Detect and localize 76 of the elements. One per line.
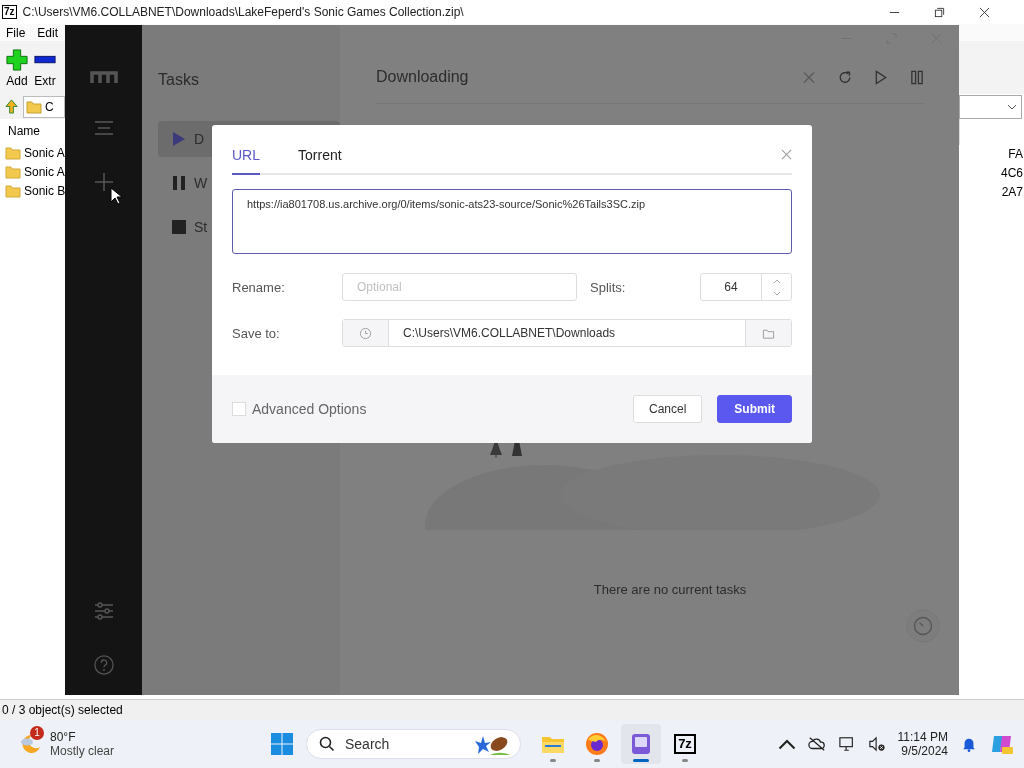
volume-muted-icon[interactable]: [867, 736, 886, 752]
url-field[interactable]: https://ia801708.us.archive.org/0/items/sonic-ats23-source/Sonic%26Tails3SC.zip: [232, 189, 792, 254]
plus-icon: [6, 49, 28, 71]
temperature-text: 80°F: [50, 730, 77, 744]
file-row[interactable]: Sonic B: [0, 181, 65, 200]
section-title: Downloading: [376, 68, 469, 86]
notification-badge: 1: [30, 726, 44, 740]
chevron-down-icon: [1007, 104, 1017, 110]
menu-item[interactable]: File: [6, 25, 26, 40]
weather-text: Mostly clear: [50, 744, 114, 758]
play-icon[interactable]: [874, 69, 888, 85]
add-button[interactable]: Add: [6, 49, 28, 94]
splits-stepper[interactable]: 64: [700, 273, 792, 301]
address-text: C: [45, 99, 54, 114]
start-icon[interactable]: [270, 732, 294, 756]
folder-icon: [5, 145, 21, 160]
close-icon[interactable]: [979, 6, 990, 18]
table-cell-text: 2A7: [1000, 184, 1024, 201]
folder-icon: [5, 164, 21, 179]
file-name: Sonic B: [24, 183, 65, 198]
pause-icon: [172, 175, 186, 191]
history-button[interactable]: [343, 320, 389, 346]
clock-icon: [359, 326, 372, 340]
file-row[interactable]: Sonic A: [0, 143, 65, 162]
cursor-icon: [110, 187, 122, 205]
restore-icon[interactable]: [934, 6, 945, 18]
play-icon: [172, 131, 186, 147]
tab[interactable]: Torrent: [298, 147, 342, 175]
checkbox[interactable]: [232, 402, 246, 416]
increment-icon[interactable]: [771, 277, 782, 284]
app-logo-icon: 7z: [2, 5, 17, 19]
field-label: Save to:: [232, 325, 281, 341]
folder-icon: [26, 99, 42, 114]
tab[interactable]: URL: [232, 147, 260, 175]
settings-icon[interactable]: [93, 601, 114, 621]
clock-date[interactable]: 9/5/2024: [901, 744, 948, 758]
clock-time[interactable]: 11:14 PM: [897, 730, 948, 744]
pause-icon[interactable]: [910, 69, 924, 85]
empty-message: There are no current tasks: [593, 582, 747, 597]
table-cell-text: FA: [1007, 146, 1024, 163]
field-label: Splits:: [589, 279, 627, 295]
help-icon[interactable]: [93, 655, 114, 675]
plus-icon[interactable]: [93, 172, 114, 192]
status-text: 0 / 3 object(s) selected: [2, 703, 123, 717]
speedometer-icon[interactable]: [906, 609, 940, 643]
panel-title: Tasks: [158, 71, 200, 89]
decrement-icon[interactable]: [771, 290, 782, 297]
folder-button[interactable]: [745, 320, 791, 346]
rename-field[interactable]: Optional: [342, 273, 577, 301]
table-cell-text: 4C6: [1000, 165, 1024, 182]
search-icon: [319, 736, 335, 752]
submit-button[interactable]: Submit: [717, 395, 792, 423]
save-path-field[interactable]: C:\Users\VM6.COLLABNET\Downloads: [342, 319, 792, 347]
menu-icon[interactable]: [93, 118, 114, 138]
field-label: Rename:: [232, 279, 286, 295]
cancel-button[interactable]: Cancel: [632, 395, 703, 423]
file-row[interactable]: Sonic A: [0, 162, 65, 181]
window-title: C:\Users\VM6.COLLABNET\Downloads\LakeFeperd's Sonic Games Collection.zip\: [22, 5, 464, 19]
network-icon[interactable]: [837, 736, 856, 752]
stop-icon: [172, 219, 186, 235]
checkbox-label[interactable]: Advanced Options: [252, 401, 367, 417]
app-logo-icon: [89, 70, 118, 84]
refresh-icon[interactable]: [838, 69, 852, 85]
file-name: Sonic A: [24, 164, 65, 179]
file-name: Sonic A: [24, 145, 65, 160]
menu-item[interactable]: Edit: [37, 25, 59, 40]
search-field[interactable]: Search: [343, 735, 457, 753]
address-field[interactable]: C: [23, 95, 65, 118]
extract-button[interactable]: Extr: [34, 49, 56, 94]
column-header[interactable]: Name: [0, 119, 65, 143]
folder-icon: [5, 183, 21, 198]
up-arrow-icon[interactable]: [4, 99, 19, 114]
address-dropdown[interactable]: [959, 95, 1022, 119]
app-icon[interactable]: [621, 724, 661, 764]
cloud-off-icon[interactable]: [807, 736, 826, 752]
search-box[interactable]: Search: [306, 729, 521, 759]
